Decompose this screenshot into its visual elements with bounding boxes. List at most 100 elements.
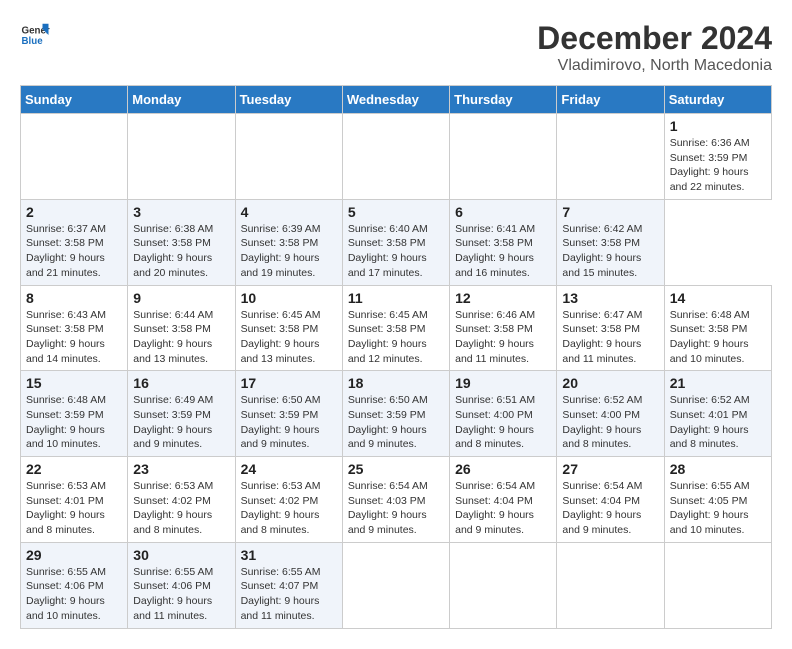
day-info: Sunrise: 6:55 AM Sunset: 4:06 PM Dayligh… — [26, 565, 122, 624]
day-info: Sunrise: 6:46 AM Sunset: 3:58 PM Dayligh… — [455, 308, 551, 367]
day-info: Sunrise: 6:45 AM Sunset: 3:58 PM Dayligh… — [348, 308, 444, 367]
calendar-cell: 6 Sunrise: 6:41 AM Sunset: 3:58 PM Dayli… — [450, 199, 557, 285]
calendar-cell: 5 Sunrise: 6:40 AM Sunset: 3:58 PM Dayli… — [342, 199, 449, 285]
calendar-cell: 15 Sunrise: 6:48 AM Sunset: 3:59 PM Dayl… — [21, 371, 128, 457]
day-info: Sunrise: 6:52 AM Sunset: 4:00 PM Dayligh… — [562, 393, 658, 452]
day-number: 13 — [562, 290, 658, 306]
day-number: 24 — [241, 461, 337, 477]
calendar-cell — [342, 542, 449, 628]
day-number: 3 — [133, 204, 229, 220]
calendar-cell: 28 Sunrise: 6:55 AM Sunset: 4:05 PM Dayl… — [664, 457, 771, 543]
day-number: 18 — [348, 375, 444, 391]
calendar-cell: 20 Sunrise: 6:52 AM Sunset: 4:00 PM Dayl… — [557, 371, 664, 457]
logo: General Blue — [20, 20, 50, 50]
day-info: Sunrise: 6:53 AM Sunset: 4:01 PM Dayligh… — [26, 479, 122, 538]
day-number: 28 — [670, 461, 766, 477]
calendar-cell: 16 Sunrise: 6:49 AM Sunset: 3:59 PM Dayl… — [128, 371, 235, 457]
day-info: Sunrise: 6:54 AM Sunset: 4:03 PM Dayligh… — [348, 479, 444, 538]
day-info: Sunrise: 6:48 AM Sunset: 3:59 PM Dayligh… — [26, 393, 122, 452]
calendar-cell: 31 Sunrise: 6:55 AM Sunset: 4:07 PM Dayl… — [235, 542, 342, 628]
calendar-cell: 23 Sunrise: 6:53 AM Sunset: 4:02 PM Dayl… — [128, 457, 235, 543]
day-number: 2 — [26, 204, 122, 220]
day-info: Sunrise: 6:53 AM Sunset: 4:02 PM Dayligh… — [241, 479, 337, 538]
day-info: Sunrise: 6:37 AM Sunset: 3:58 PM Dayligh… — [26, 222, 122, 281]
day-number: 16 — [133, 375, 229, 391]
day-number: 26 — [455, 461, 551, 477]
header-thursday: Thursday — [450, 86, 557, 114]
calendar-table: SundayMondayTuesdayWednesdayThursdayFrid… — [20, 85, 772, 629]
day-info: Sunrise: 6:39 AM Sunset: 3:58 PM Dayligh… — [241, 222, 337, 281]
page-header: General Blue December 2024 Vladimirovo, … — [20, 20, 772, 75]
day-info: Sunrise: 6:50 AM Sunset: 3:59 PM Dayligh… — [241, 393, 337, 452]
day-info: Sunrise: 6:51 AM Sunset: 4:00 PM Dayligh… — [455, 393, 551, 452]
day-info: Sunrise: 6:48 AM Sunset: 3:58 PM Dayligh… — [670, 308, 766, 367]
calendar-cell: 9 Sunrise: 6:44 AM Sunset: 3:58 PM Dayli… — [128, 285, 235, 371]
day-number: 11 — [348, 290, 444, 306]
day-number: 8 — [26, 290, 122, 306]
calendar-cell: 30 Sunrise: 6:55 AM Sunset: 4:06 PM Dayl… — [128, 542, 235, 628]
day-info: Sunrise: 6:50 AM Sunset: 3:59 PM Dayligh… — [348, 393, 444, 452]
calendar-cell: 18 Sunrise: 6:50 AM Sunset: 3:59 PM Dayl… — [342, 371, 449, 457]
day-info: Sunrise: 6:55 AM Sunset: 4:05 PM Dayligh… — [670, 479, 766, 538]
calendar-cell: 12 Sunrise: 6:46 AM Sunset: 3:58 PM Dayl… — [450, 285, 557, 371]
calendar-cell: 13 Sunrise: 6:47 AM Sunset: 3:58 PM Dayl… — [557, 285, 664, 371]
day-info: Sunrise: 6:42 AM Sunset: 3:58 PM Dayligh… — [562, 222, 658, 281]
day-number: 1 — [670, 118, 766, 134]
header-sunday: Sunday — [21, 86, 128, 114]
calendar-cell: 8 Sunrise: 6:43 AM Sunset: 3:58 PM Dayli… — [21, 285, 128, 371]
calendar-cell — [664, 542, 771, 628]
day-info: Sunrise: 6:54 AM Sunset: 4:04 PM Dayligh… — [455, 479, 551, 538]
calendar-cell — [557, 542, 664, 628]
day-number: 25 — [348, 461, 444, 477]
calendar-cell: 1 Sunrise: 6:36 AM Sunset: 3:59 PM Dayli… — [664, 114, 771, 200]
day-info: Sunrise: 6:49 AM Sunset: 3:59 PM Dayligh… — [133, 393, 229, 452]
day-number: 19 — [455, 375, 551, 391]
svg-text:Blue: Blue — [22, 36, 44, 47]
month-title: December 2024 — [537, 20, 772, 57]
calendar-cell: 22 Sunrise: 6:53 AM Sunset: 4:01 PM Dayl… — [21, 457, 128, 543]
day-info: Sunrise: 6:43 AM Sunset: 3:58 PM Dayligh… — [26, 308, 122, 367]
calendar-cell: 19 Sunrise: 6:51 AM Sunset: 4:00 PM Dayl… — [450, 371, 557, 457]
location-title: Vladimirovo, North Macedonia — [537, 57, 772, 75]
day-number: 22 — [26, 461, 122, 477]
week-row-4: 15 Sunrise: 6:48 AM Sunset: 3:59 PM Dayl… — [21, 371, 772, 457]
calendar-cell — [557, 114, 664, 200]
title-area: December 2024 Vladimirovo, North Macedon… — [537, 20, 772, 75]
day-info: Sunrise: 6:45 AM Sunset: 3:58 PM Dayligh… — [241, 308, 337, 367]
calendar-cell: 27 Sunrise: 6:54 AM Sunset: 4:04 PM Dayl… — [557, 457, 664, 543]
logo-icon: General Blue — [20, 20, 50, 50]
day-info: Sunrise: 6:55 AM Sunset: 4:06 PM Dayligh… — [133, 565, 229, 624]
week-row-5: 22 Sunrise: 6:53 AM Sunset: 4:01 PM Dayl… — [21, 457, 772, 543]
calendar-cell: 25 Sunrise: 6:54 AM Sunset: 4:03 PM Dayl… — [342, 457, 449, 543]
day-info: Sunrise: 6:38 AM Sunset: 3:58 PM Dayligh… — [133, 222, 229, 281]
header-friday: Friday — [557, 86, 664, 114]
day-number: 23 — [133, 461, 229, 477]
calendar-cell: 21 Sunrise: 6:52 AM Sunset: 4:01 PM Dayl… — [664, 371, 771, 457]
day-info: Sunrise: 6:54 AM Sunset: 4:04 PM Dayligh… — [562, 479, 658, 538]
header-tuesday: Tuesday — [235, 86, 342, 114]
day-number: 31 — [241, 547, 337, 563]
calendar-cell: 26 Sunrise: 6:54 AM Sunset: 4:04 PM Dayl… — [450, 457, 557, 543]
calendar-cell: 24 Sunrise: 6:53 AM Sunset: 4:02 PM Dayl… — [235, 457, 342, 543]
day-info: Sunrise: 6:47 AM Sunset: 3:58 PM Dayligh… — [562, 308, 658, 367]
day-info: Sunrise: 6:53 AM Sunset: 4:02 PM Dayligh… — [133, 479, 229, 538]
calendar-cell — [450, 114, 557, 200]
calendar-cell: 3 Sunrise: 6:38 AM Sunset: 3:58 PM Dayli… — [128, 199, 235, 285]
day-info: Sunrise: 6:41 AM Sunset: 3:58 PM Dayligh… — [455, 222, 551, 281]
day-number: 6 — [455, 204, 551, 220]
day-info: Sunrise: 6:36 AM Sunset: 3:59 PM Dayligh… — [670, 136, 766, 195]
day-number: 12 — [455, 290, 551, 306]
day-number: 27 — [562, 461, 658, 477]
day-number: 15 — [26, 375, 122, 391]
day-number: 20 — [562, 375, 658, 391]
header-monday: Monday — [128, 86, 235, 114]
day-number: 9 — [133, 290, 229, 306]
calendar-cell — [21, 114, 128, 200]
week-row-2: 2 Sunrise: 6:37 AM Sunset: 3:58 PM Dayli… — [21, 199, 772, 285]
calendar-cell: 10 Sunrise: 6:45 AM Sunset: 3:58 PM Dayl… — [235, 285, 342, 371]
calendar-cell: 14 Sunrise: 6:48 AM Sunset: 3:58 PM Dayl… — [664, 285, 771, 371]
day-number: 21 — [670, 375, 766, 391]
day-number: 5 — [348, 204, 444, 220]
day-number: 7 — [562, 204, 658, 220]
calendar-cell: 7 Sunrise: 6:42 AM Sunset: 3:58 PM Dayli… — [557, 199, 664, 285]
